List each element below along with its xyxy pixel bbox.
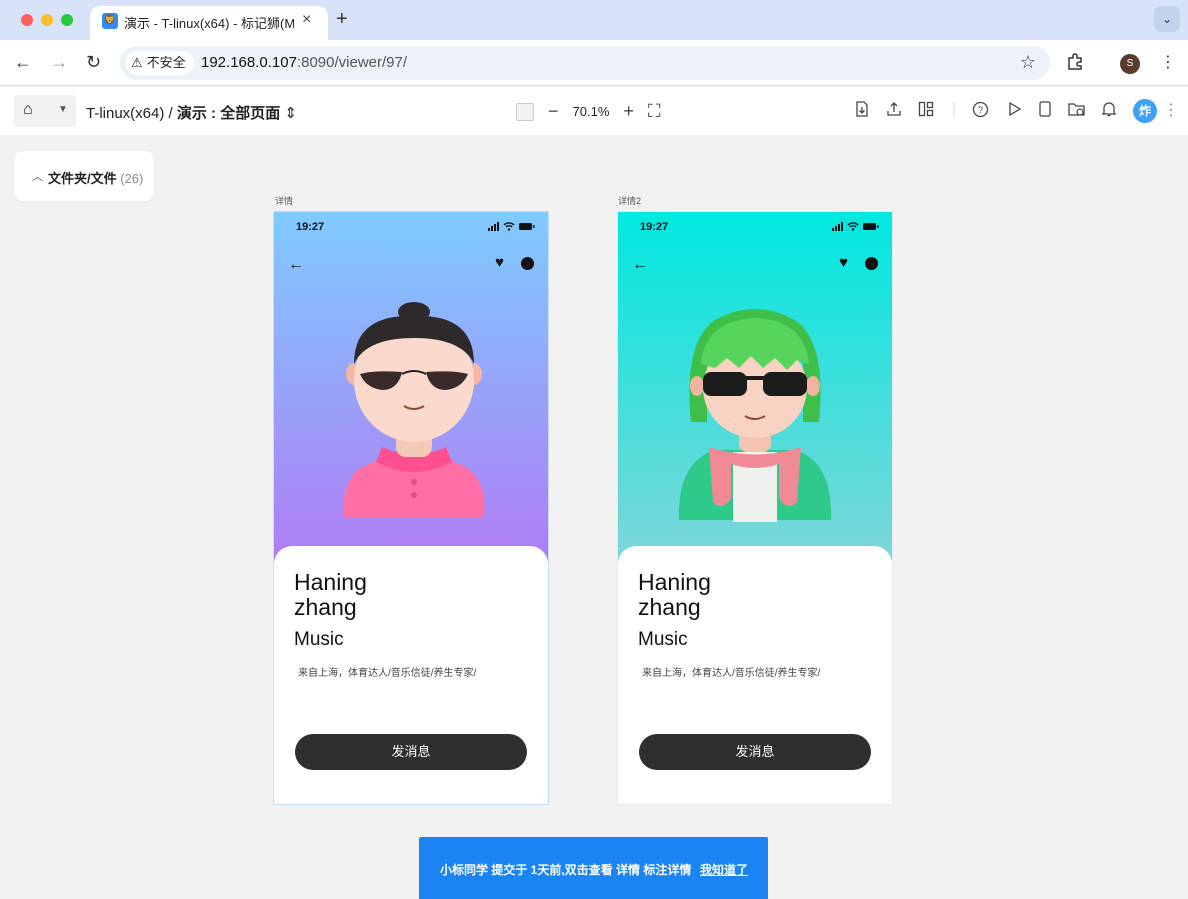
artboard-detail-2[interactable]: 19:27 ← ♥ Haning zhang Music 来自上海，体育达人/音… bbox=[618, 212, 892, 804]
security-chip[interactable]: ⚠ 不安全 bbox=[125, 51, 194, 75]
browser-menu-icon[interactable]: ⋮ bbox=[1160, 52, 1176, 72]
browser-titlebar: 🦁 演示 - T-linux(x64) - 标记狮(M × + ⌄ bbox=[0, 0, 1188, 40]
warning-icon: ⚠ bbox=[131, 55, 143, 70]
browser-tab[interactable]: 🦁 演示 - T-linux(x64) - 标记狮(M × bbox=[90, 6, 328, 40]
page-switch-icon[interactable]: ⇕ bbox=[284, 105, 297, 122]
svg-text:?: ? bbox=[978, 105, 983, 115]
more-menu-icon[interactable]: ⋮ bbox=[1163, 100, 1179, 120]
profile-card: Haning zhang Music 来自上海，体育达人/音乐信徒/养生专家/ … bbox=[618, 546, 892, 804]
maximize-window-button[interactable] bbox=[61, 14, 73, 26]
whatsapp-icon[interactable] bbox=[521, 257, 534, 270]
breadcrumb: T-linux(x64) / 演示 : 全部页面 ⇕ bbox=[86, 102, 297, 123]
profile-name: Haning zhang bbox=[638, 569, 711, 620]
toolbar-divider: | bbox=[952, 101, 957, 118]
tab-search-button[interactable]: ⌄ bbox=[1154, 6, 1180, 32]
folder-panel[interactable]: ︿ 文件夹/文件 (26) bbox=[14, 151, 154, 201]
app-header: ⌂ ▼ T-linux(x64) / 演示 : 全部页面 ⇕ − 70.1% +… bbox=[0, 87, 1188, 135]
reload-button[interactable]: ↻ bbox=[86, 52, 101, 73]
url-text[interactable]: 192.168.0.107:8090/viewer/97/ bbox=[201, 54, 407, 71]
whatsapp-icon[interactable] bbox=[865, 257, 878, 270]
zoom-level: 70.1% bbox=[572, 104, 610, 119]
zoom-controls: − 70.1% + ⛶ bbox=[516, 101, 661, 122]
fit-screen-icon[interactable]: ⛶ bbox=[648, 101, 661, 122]
notice-message[interactable]: 小标同学 提交于 1天前,双击查看 详情 标注详情 bbox=[440, 861, 691, 878]
layout-icon[interactable] bbox=[918, 101, 934, 117]
dropdown-caret-icon[interactable]: ▼ bbox=[58, 104, 68, 115]
artboard-detail[interactable]: 19:27 ← ♥ Haning zhang Music 来自上海，体育达人/音… bbox=[274, 212, 548, 804]
back-arrow-icon[interactable]: ← bbox=[632, 256, 648, 274]
profile-description: 来自上海，体育达人/音乐信徒/养生专家/ bbox=[642, 668, 821, 679]
tab-favicon-icon: 🦁 bbox=[102, 13, 118, 29]
dismiss-notice-link[interactable]: 我知道了 bbox=[700, 861, 748, 878]
heart-icon[interactable]: ♥ bbox=[839, 254, 848, 271]
background-swatch[interactable] bbox=[516, 102, 534, 121]
url-host: 192.168.0.107 bbox=[201, 54, 297, 71]
artboard-label[interactable]: 详情 bbox=[275, 194, 293, 207]
breadcrumb-project[interactable]: T-linux(x64) bbox=[86, 105, 164, 122]
download-file-icon[interactable] bbox=[854, 101, 870, 117]
home-button[interactable]: ⌂ ▼ bbox=[14, 95, 76, 127]
system-status-icons bbox=[832, 222, 880, 231]
forward-button[interactable]: → bbox=[50, 52, 68, 73]
system-status-icons bbox=[488, 222, 536, 231]
hero-banner: 19:27 ← ♥ bbox=[274, 212, 548, 562]
zoom-out-icon[interactable]: − bbox=[548, 101, 559, 122]
folder-history-icon[interactable] bbox=[1068, 101, 1086, 117]
hero-banner: 19:27 ← ♥ bbox=[618, 212, 892, 562]
close-window-button[interactable] bbox=[21, 14, 33, 26]
folder-panel-label: 文件夹/文件 (26) bbox=[48, 168, 143, 187]
mobile-preview-icon[interactable] bbox=[1038, 101, 1052, 117]
profile-card: Haning zhang Music 来自上海，体育达人/音乐信徒/养生专家/ … bbox=[274, 546, 548, 804]
status-time: 19:27 bbox=[296, 221, 325, 233]
profile-avatar[interactable]: S bbox=[1120, 54, 1140, 74]
annotation-notice: 小标同学 提交于 1天前,双击查看 详情 标注详情 我知道了 bbox=[419, 837, 768, 899]
avatar-illustration-glasses bbox=[343, 302, 485, 517]
avatar-illustration-green-hair bbox=[678, 309, 832, 522]
notification-bell-icon[interactable] bbox=[1101, 101, 1117, 117]
extensions-icon[interactable] bbox=[1066, 52, 1084, 75]
folder-panel-title: 文件夹/文件 bbox=[48, 171, 117, 186]
profile-role: Music bbox=[638, 629, 688, 650]
tab-title: 演示 - T-linux(x64) - 标记狮(M bbox=[124, 16, 294, 31]
play-icon[interactable] bbox=[1006, 101, 1022, 117]
artboard-label[interactable]: 详情2 bbox=[618, 194, 641, 207]
url-path: :8090/viewer/97/ bbox=[296, 54, 408, 71]
profile-description: 来自上海，体育达人/音乐信徒/养生专家/ bbox=[298, 668, 477, 679]
address-bar[interactable]: ⚠ 不安全 192.168.0.107:8090/viewer/97/ ☆ bbox=[120, 46, 1050, 80]
home-icon: ⌂ bbox=[23, 101, 33, 118]
breadcrumb-page[interactable]: 演示 : 全部页面 bbox=[177, 105, 280, 122]
send-message-button[interactable]: 发消息 bbox=[639, 734, 871, 770]
back-button[interactable]: ← bbox=[14, 52, 32, 73]
back-arrow-icon[interactable]: ← bbox=[288, 256, 304, 274]
send-message-button[interactable]: 发消息 bbox=[295, 734, 527, 770]
help-icon[interactable]: ? bbox=[972, 101, 989, 118]
status-time: 19:27 bbox=[640, 221, 669, 233]
heart-icon[interactable]: ♥ bbox=[495, 254, 504, 271]
profile-role: Music bbox=[294, 629, 344, 650]
new-tab-button[interactable]: + bbox=[336, 8, 348, 31]
browser-toolbar: ← → ↻ ⚠ 不安全 192.168.0.107:8090/viewer/97… bbox=[0, 40, 1188, 86]
user-avatar[interactable]: 炸 bbox=[1133, 99, 1157, 123]
bookmark-star-icon[interactable]: ☆ bbox=[1020, 52, 1036, 73]
chevron-up-icon[interactable]: ︿ bbox=[32, 168, 43, 184]
folder-count: (26) bbox=[120, 171, 144, 186]
upload-icon[interactable] bbox=[886, 101, 902, 117]
zoom-in-icon[interactable]: + bbox=[623, 101, 634, 122]
close-tab-icon[interactable]: × bbox=[302, 11, 311, 29]
breadcrumb-separator: / bbox=[168, 105, 173, 122]
profile-name: Haning zhang bbox=[294, 569, 367, 620]
minimize-window-button[interactable] bbox=[41, 14, 53, 26]
security-label: 不安全 bbox=[146, 55, 186, 70]
